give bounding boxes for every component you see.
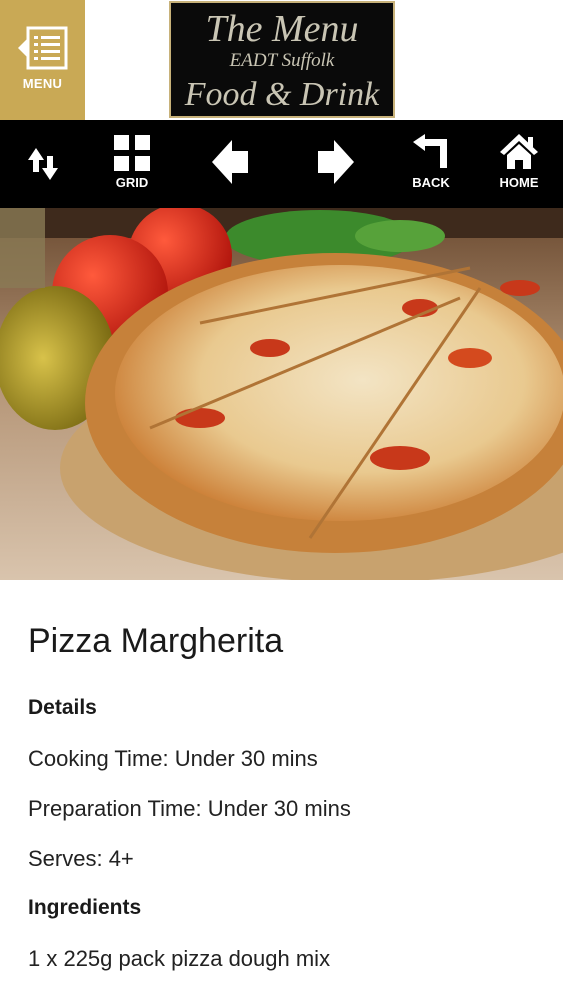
- next-button[interactable]: [300, 120, 364, 208]
- serves: Serves: 4+: [28, 846, 134, 871]
- app-header: MENU The Menu EADT Suffolk Food & Drink: [0, 0, 563, 120]
- preparation-time: Preparation Time: Under 30 mins: [28, 796, 351, 821]
- cooking-time: Cooking Time: Under 30 mins: [28, 746, 318, 771]
- recipe-photo: [0, 208, 563, 580]
- menu-label: MENU: [22, 76, 63, 91]
- logo-tagline: Food & Drink: [184, 76, 380, 113]
- logo-title: The Menu: [205, 8, 359, 50]
- ingredient-item: 1 x 225g pack pizza dough mix: [28, 946, 331, 971]
- grid-label: GRID: [115, 175, 149, 190]
- details-heading: Details: [28, 696, 97, 719]
- menu-button[interactable]: MENU: [0, 0, 85, 120]
- toolbar: GRID BACK HOME: [0, 120, 563, 208]
- list-icon: [18, 26, 68, 70]
- home-button[interactable]: HOME: [486, 120, 552, 208]
- back-button[interactable]: BACK: [399, 120, 463, 208]
- logo-subtitle: EADT Suffolk: [229, 50, 335, 71]
- arrow-right-icon: [318, 140, 354, 184]
- grid-button[interactable]: GRID: [100, 120, 164, 208]
- back-label: BACK: [412, 175, 450, 190]
- arrow-left-icon: [212, 140, 248, 184]
- home-icon: [500, 134, 538, 169]
- grid-icon: [114, 135, 150, 171]
- back-icon: [413, 134, 447, 168]
- home-label: HOME: [499, 175, 539, 190]
- logo: The Menu EADT Suffolk Food & Drink: [169, 1, 395, 118]
- sort-icon: [28, 148, 58, 180]
- recipe-title: Pizza Margherita: [28, 622, 284, 660]
- ingredients-heading: Ingredients: [28, 896, 142, 919]
- previous-button[interactable]: [200, 120, 264, 208]
- sort-button[interactable]: [10, 120, 75, 208]
